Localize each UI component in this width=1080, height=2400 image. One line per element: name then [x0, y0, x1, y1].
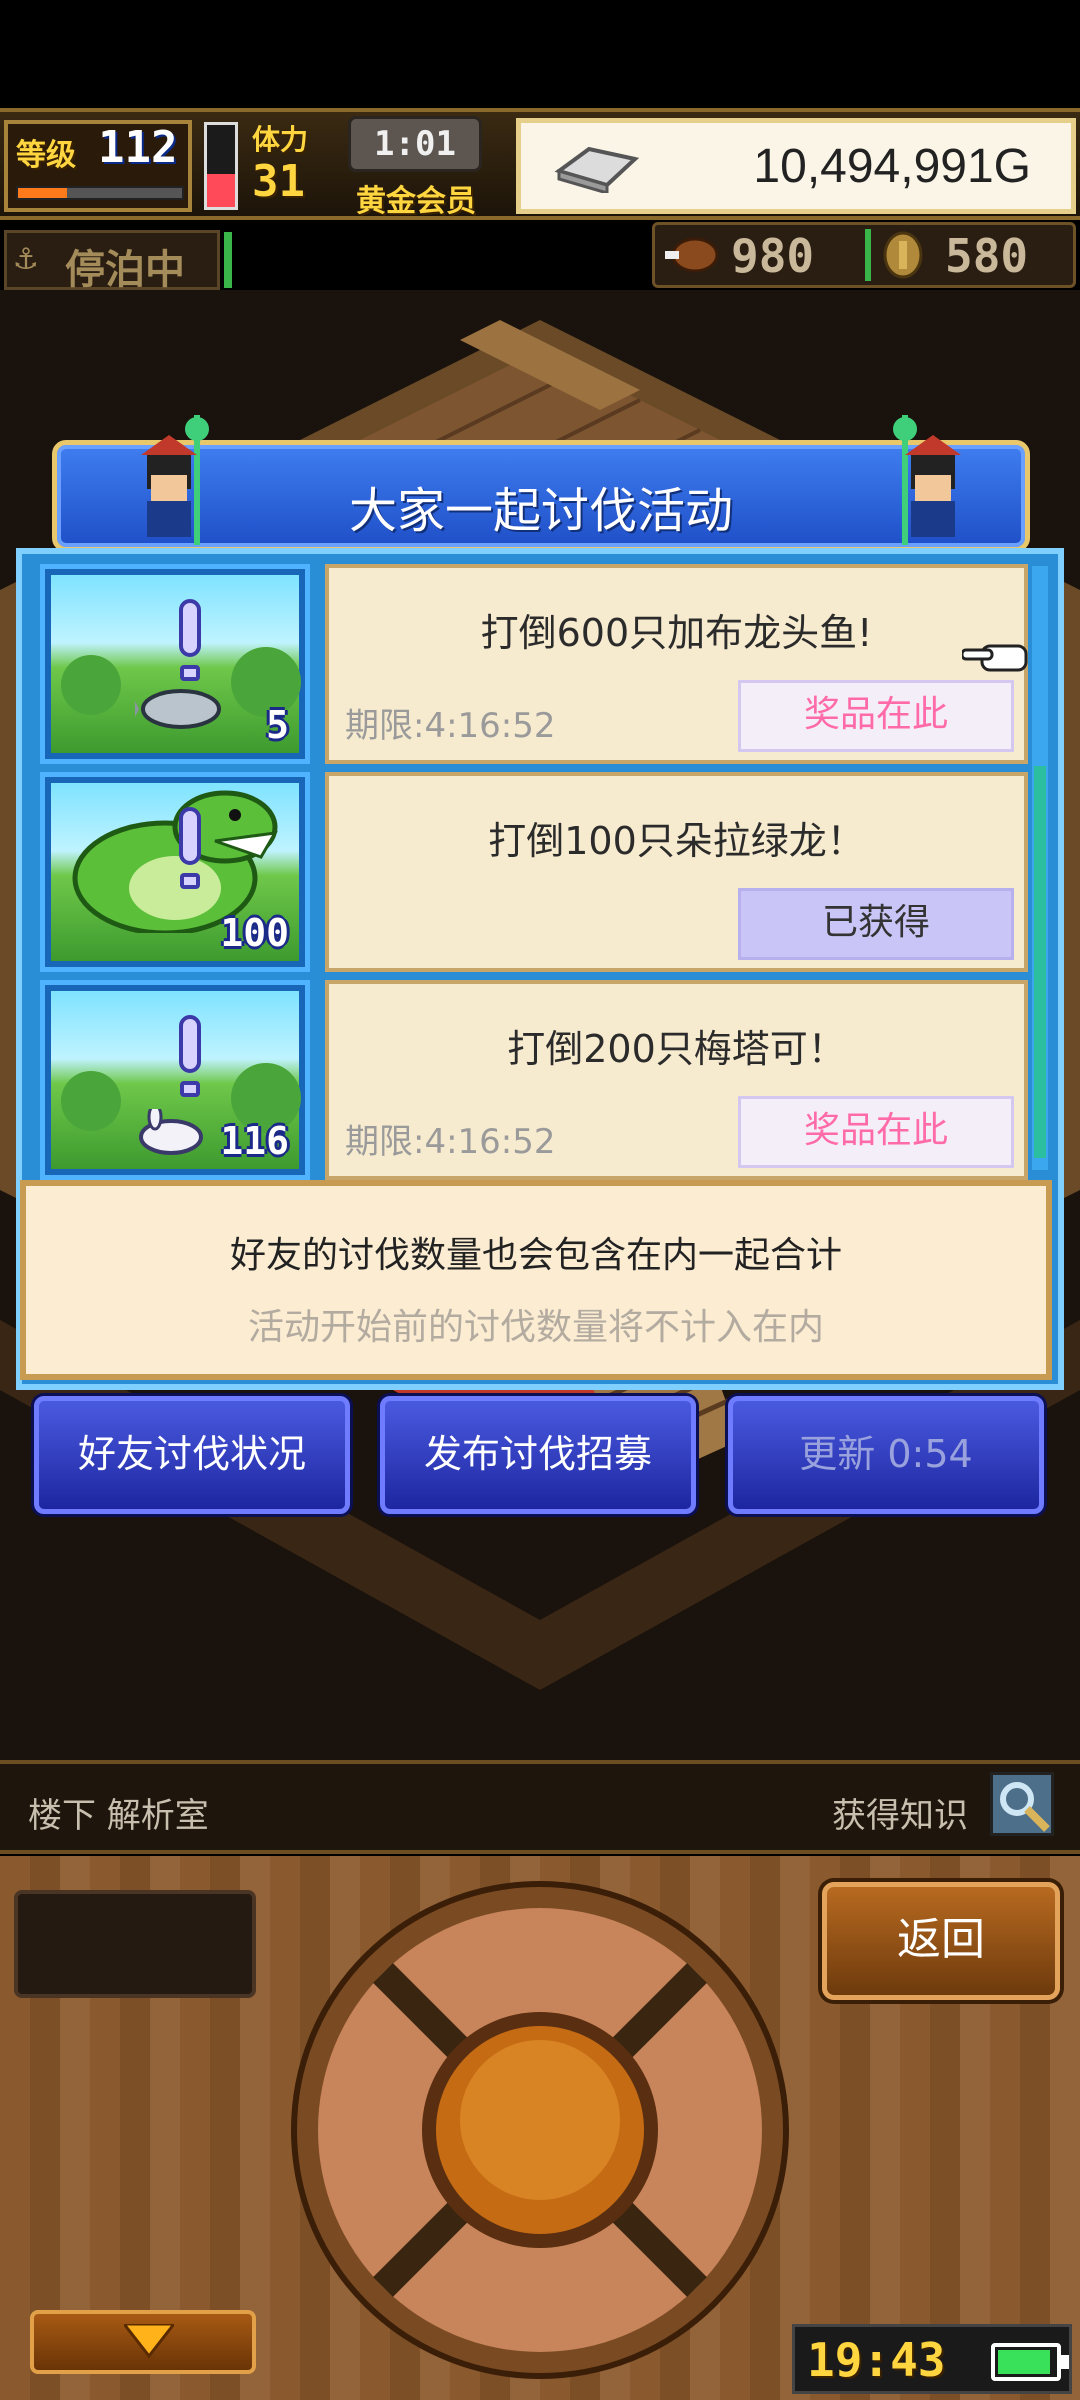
- quest-card: 打倒200只梅塔可！ 期限:4:16:52 奖品在此: [325, 980, 1028, 1180]
- anchor-icon: ⚓: [15, 237, 37, 278]
- rabbit-monster-sprite: [139, 1109, 203, 1155]
- gold-display: 10,494,991G: [516, 118, 1076, 214]
- food-count: 980: [731, 229, 815, 283]
- back-button[interactable]: 返回: [822, 1882, 1060, 2000]
- monster-thumbnail: 5: [40, 564, 310, 764]
- stamina-gauge: [204, 122, 238, 210]
- reward-button[interactable]: 奖品在此: [738, 680, 1014, 752]
- note-line-2: 活动开始前的讨伐数量将不计入在内: [247, 1307, 824, 1348]
- monster-thumbnail: 116: [40, 980, 310, 1180]
- monster-thumbnail: 100: [40, 772, 310, 972]
- control-panel: 返回 19:43: [0, 1856, 1080, 2400]
- note-line-1: 好友的讨伐数量也会包含在内一起合计: [229, 1235, 842, 1276]
- quest-title: 打倒600只加布龙头鱼!: [480, 611, 873, 655]
- down-arrow-icon: [120, 2322, 178, 2360]
- anchor-status: ⚓ 停泊中: [4, 230, 220, 293]
- status-text: 停泊中: [65, 247, 185, 293]
- silver-bar-icon: [549, 141, 641, 195]
- clock-time: 19:43: [807, 2333, 946, 2387]
- alert-icon-dot: [180, 873, 200, 889]
- defeat-count: 5: [266, 703, 289, 747]
- defeat-count: 116: [220, 1119, 289, 1163]
- quest-card: 打倒600只加布龙头鱼! 期限:4:16:52 奖品在此: [325, 564, 1028, 764]
- refresh-button[interactable]: 更新 0:54: [728, 1396, 1044, 1514]
- meat-icon: [665, 235, 719, 275]
- battery-icon: [991, 2343, 1069, 2381]
- pointing-hand-icon: [960, 636, 1036, 680]
- level-box: 等级 112: [4, 120, 192, 212]
- alert-icon: [179, 599, 201, 657]
- dialog-header: 大家一起讨伐活动: [52, 415, 1030, 552]
- defeat-count: 100: [220, 911, 289, 955]
- gold-amount: 10,494,991G: [753, 140, 1031, 193]
- quest-title: 打倒100只朵拉绿龙！: [488, 819, 865, 863]
- menu-down-button[interactable]: [30, 2310, 256, 2374]
- alert-icon: [179, 1015, 201, 1073]
- stamina-label: 体力: [252, 123, 309, 156]
- coin-count: 580: [945, 229, 1029, 283]
- magnifier-icon[interactable]: [990, 1772, 1054, 1836]
- quest-title: 打倒200只梅塔可！: [507, 1027, 846, 1071]
- quest-card: 打倒100只朵拉绿龙！ 已获得: [325, 772, 1028, 972]
- exp-bar: [16, 186, 184, 200]
- coin-icon: [881, 231, 925, 279]
- gain-knowledge-label[interactable]: 获得知识: [832, 1788, 968, 1837]
- quest-row: 116 打倒200只梅塔可！ 期限:4:16:52 奖品在此: [40, 980, 1028, 1180]
- publish-recruit-button[interactable]: 发布讨伐招募: [380, 1396, 696, 1514]
- quest-row: 100 打倒100只朵拉绿龙！ 已获得: [40, 772, 1028, 972]
- alert-icon: [179, 807, 201, 865]
- event-note: 好友的讨伐数量也会包含在内一起合计 活动开始前的讨伐数量将不计入在内: [20, 1180, 1052, 1380]
- king-mascot-right: [875, 415, 975, 545]
- stamina-value: 31: [252, 156, 305, 207]
- resource-separator: [865, 229, 871, 281]
- empty-slot: [14, 1890, 256, 1998]
- friends-status-button[interactable]: 好友讨伐状况: [34, 1396, 350, 1514]
- quest-deadline: 期限:4:16:52: [345, 706, 556, 746]
- king-mascot-left: [127, 415, 227, 545]
- reward-button[interactable]: 奖品在此: [738, 1096, 1014, 1168]
- location-bar: 楼下 解析室 获得知识: [0, 1760, 1080, 1854]
- level-label: 等级: [16, 138, 76, 173]
- fish-monster-sprite: [135, 689, 221, 729]
- membership-label: 黄金会员: [356, 184, 476, 219]
- obtained-badge: 已获得: [738, 888, 1014, 960]
- clock-panel: 19:43: [792, 2324, 1072, 2394]
- resource-bar: 980 580: [652, 222, 1076, 288]
- level-value: 112: [98, 122, 178, 173]
- quest-row: 5 打倒600只加布龙头鱼! 期限:4:16:52 奖品在此: [40, 564, 1028, 764]
- directional-pad[interactable]: [290, 1880, 790, 2380]
- top-hud: 等级 112 体力 31 1:01 黄金会员 10,494,991G: [0, 108, 1080, 220]
- location-name: 楼下 解析室: [28, 1796, 209, 1836]
- quest-deadline: 期限:4:16:52: [345, 1122, 556, 1162]
- status-indicator: [224, 232, 232, 288]
- event-timer: 1:01: [348, 116, 482, 172]
- back-button-label: 返回: [897, 1914, 985, 1965]
- alert-icon-dot: [180, 1081, 200, 1097]
